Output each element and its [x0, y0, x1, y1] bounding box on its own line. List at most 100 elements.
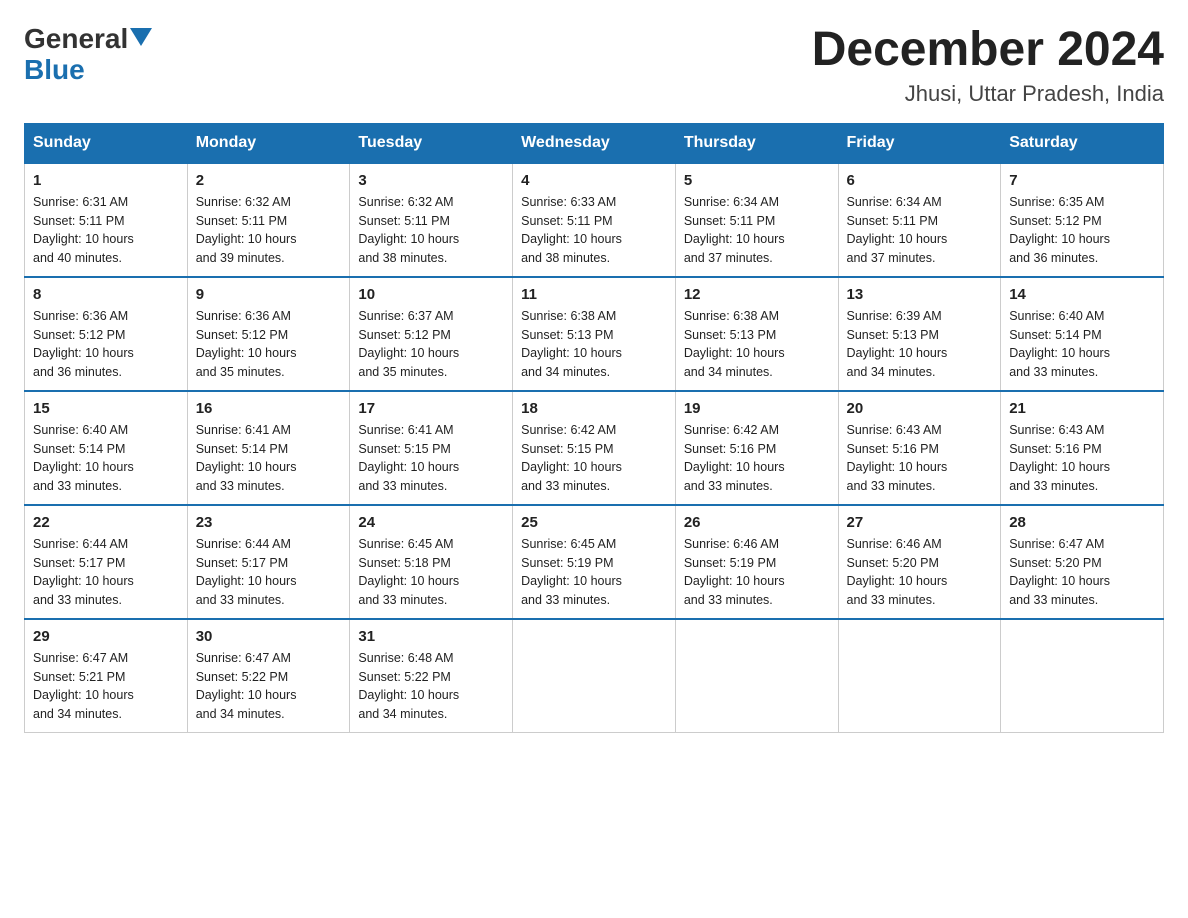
table-row: 6 Sunrise: 6:34 AMSunset: 5:11 PMDaylight…: [838, 163, 1001, 277]
day-info: Sunrise: 6:34 AMSunset: 5:11 PMDaylight:…: [684, 193, 830, 268]
table-row: 20Sunrise: 6:43 AMSunset: 5:16 PMDayligh…: [838, 391, 1001, 505]
day-number: 19: [684, 400, 830, 417]
table-row: 9 Sunrise: 6:36 AMSunset: 5:12 PMDaylight…: [187, 277, 350, 391]
day-info: Sunrise: 6:47 AMSunset: 5:22 PMDaylight:…: [196, 649, 342, 724]
table-row: 13 Sunrise: 6:39 AMSunset: 5:13 PMDayligh…: [838, 277, 1001, 391]
calendar-table: Sunday Monday Tuesday Wednesday Thursday…: [24, 123, 1164, 733]
calendar-week-row: 22 Sunrise: 6:44 AMSunset: 5:17 PMDayligh…: [25, 505, 1164, 619]
day-info: Sunrise: 6:36 AMSunset: 5:12 PMDaylight:…: [33, 307, 179, 382]
logo-blue: Blue: [24, 55, 85, 86]
day-number: 31: [358, 628, 504, 645]
logo-general: General: [24, 24, 128, 55]
table-row: [838, 619, 1001, 733]
day-info: Sunrise: 6:32 AMSunset: 5:11 PMDaylight:…: [358, 193, 504, 268]
table-row: 5 Sunrise: 6:34 AMSunset: 5:11 PMDaylight…: [675, 163, 838, 277]
table-row: 8 Sunrise: 6:36 AMSunset: 5:12 PMDaylight…: [25, 277, 188, 391]
table-row: 1 Sunrise: 6:31 AMSunset: 5:11 PMDaylight…: [25, 163, 188, 277]
day-number: 2: [196, 172, 342, 189]
day-info: Sunrise: 6:37 AMSunset: 5:12 PMDaylight:…: [358, 307, 504, 382]
day-number: 23: [196, 514, 342, 531]
day-number: 9: [196, 286, 342, 303]
day-number: 6: [847, 172, 993, 189]
day-info: Sunrise: 6:45 AMSunset: 5:19 PMDaylight:…: [521, 535, 667, 610]
day-info: Sunrise: 6:40 AMSunset: 5:14 PMDaylight:…: [33, 421, 179, 496]
table-row: 22 Sunrise: 6:44 AMSunset: 5:17 PMDayligh…: [25, 505, 188, 619]
day-info: Sunrise: 6:33 AMSunset: 5:11 PMDaylight:…: [521, 193, 667, 268]
day-number: 1: [33, 172, 179, 189]
day-number: 18: [521, 400, 667, 417]
calendar-week-row: 29 Sunrise: 6:47 AMSunset: 5:21 PMDayligh…: [25, 619, 1164, 733]
title-block: December 2024 Jhusi, Uttar Pradesh, Indi…: [812, 24, 1164, 107]
table-row: 30 Sunrise: 6:47 AMSunset: 5:22 PMDayligh…: [187, 619, 350, 733]
table-row: 17 Sunrise: 6:41 AMSunset: 5:15 PMDayligh…: [350, 391, 513, 505]
day-number: 14: [1009, 286, 1155, 303]
calendar-header-row: Sunday Monday Tuesday Wednesday Thursday…: [25, 123, 1164, 163]
day-info: Sunrise: 6:42 AMSunset: 5:15 PMDaylight:…: [521, 421, 667, 496]
table-row: 18 Sunrise: 6:42 AMSunset: 5:15 PMDayligh…: [513, 391, 676, 505]
col-thursday: Thursday: [675, 123, 838, 163]
table-row: 31 Sunrise: 6:48 AMSunset: 5:22 PMDayligh…: [350, 619, 513, 733]
calendar-week-row: 15Sunrise: 6:40 AMSunset: 5:14 PMDayligh…: [25, 391, 1164, 505]
table-row: [675, 619, 838, 733]
day-number: 21: [1009, 400, 1155, 417]
day-number: 17: [358, 400, 504, 417]
day-info: Sunrise: 6:31 AMSunset: 5:11 PMDaylight:…: [33, 193, 179, 268]
day-info: Sunrise: 6:46 AMSunset: 5:20 PMDaylight:…: [847, 535, 993, 610]
day-info: Sunrise: 6:38 AMSunset: 5:13 PMDaylight:…: [521, 307, 667, 382]
table-row: 19 Sunrise: 6:42 AMSunset: 5:16 PMDayligh…: [675, 391, 838, 505]
day-info: Sunrise: 6:32 AMSunset: 5:11 PMDaylight:…: [196, 193, 342, 268]
table-row: 16 Sunrise: 6:41 AMSunset: 5:14 PMDayligh…: [187, 391, 350, 505]
page-header: General Blue December 2024 Jhusi, Uttar …: [24, 24, 1164, 107]
day-number: 22: [33, 514, 179, 531]
table-row: 29 Sunrise: 6:47 AMSunset: 5:21 PMDayligh…: [25, 619, 188, 733]
day-info: Sunrise: 6:36 AMSunset: 5:12 PMDaylight:…: [196, 307, 342, 382]
day-number: 5: [684, 172, 830, 189]
day-info: Sunrise: 6:39 AMSunset: 5:13 PMDaylight:…: [847, 307, 993, 382]
day-number: 30: [196, 628, 342, 645]
day-number: 20: [847, 400, 993, 417]
day-number: 11: [521, 286, 667, 303]
day-info: Sunrise: 6:34 AMSunset: 5:11 PMDaylight:…: [847, 193, 993, 268]
table-row: 12 Sunrise: 6:38 AMSunset: 5:13 PMDayligh…: [675, 277, 838, 391]
day-number: 25: [521, 514, 667, 531]
day-number: 27: [847, 514, 993, 531]
day-number: 3: [358, 172, 504, 189]
day-info: Sunrise: 6:48 AMSunset: 5:22 PMDaylight:…: [358, 649, 504, 724]
table-row: 24 Sunrise: 6:45 AMSunset: 5:18 PMDayligh…: [350, 505, 513, 619]
table-row: 21 Sunrise: 6:43 AMSunset: 5:16 PMDayligh…: [1001, 391, 1164, 505]
day-info: Sunrise: 6:42 AMSunset: 5:16 PMDaylight:…: [684, 421, 830, 496]
day-number: 8: [33, 286, 179, 303]
day-number: 28: [1009, 514, 1155, 531]
logo-triangle-icon: [130, 28, 152, 46]
table-row: [1001, 619, 1164, 733]
day-number: 7: [1009, 172, 1155, 189]
table-row: 7 Sunrise: 6:35 AMSunset: 5:12 PMDaylight…: [1001, 163, 1164, 277]
day-info: Sunrise: 6:38 AMSunset: 5:13 PMDaylight:…: [684, 307, 830, 382]
calendar-subtitle: Jhusi, Uttar Pradesh, India: [812, 81, 1164, 107]
day-info: Sunrise: 6:45 AMSunset: 5:18 PMDaylight:…: [358, 535, 504, 610]
table-row: 14Sunrise: 6:40 AMSunset: 5:14 PMDayligh…: [1001, 277, 1164, 391]
table-row: 4Sunrise: 6:33 AMSunset: 5:11 PMDaylight…: [513, 163, 676, 277]
day-number: 13: [847, 286, 993, 303]
day-info: Sunrise: 6:41 AMSunset: 5:14 PMDaylight:…: [196, 421, 342, 496]
day-number: 12: [684, 286, 830, 303]
day-number: 16: [196, 400, 342, 417]
day-number: 29: [33, 628, 179, 645]
table-row: 27 Sunrise: 6:46 AMSunset: 5:20 PMDayligh…: [838, 505, 1001, 619]
day-number: 26: [684, 514, 830, 531]
col-friday: Friday: [838, 123, 1001, 163]
day-info: Sunrise: 6:46 AMSunset: 5:19 PMDaylight:…: [684, 535, 830, 610]
calendar-week-row: 1 Sunrise: 6:31 AMSunset: 5:11 PMDaylight…: [25, 163, 1164, 277]
day-info: Sunrise: 6:47 AMSunset: 5:21 PMDaylight:…: [33, 649, 179, 724]
table-row: 23Sunrise: 6:44 AMSunset: 5:17 PMDayligh…: [187, 505, 350, 619]
table-row: 25 Sunrise: 6:45 AMSunset: 5:19 PMDayligh…: [513, 505, 676, 619]
day-info: Sunrise: 6:43 AMSunset: 5:16 PMDaylight:…: [1009, 421, 1155, 496]
day-info: Sunrise: 6:35 AMSunset: 5:12 PMDaylight:…: [1009, 193, 1155, 268]
table-row: 11 Sunrise: 6:38 AMSunset: 5:13 PMDayligh…: [513, 277, 676, 391]
day-number: 24: [358, 514, 504, 531]
logo: General Blue: [24, 24, 152, 86]
table-row: [513, 619, 676, 733]
day-info: Sunrise: 6:41 AMSunset: 5:15 PMDaylight:…: [358, 421, 504, 496]
calendar-title: December 2024: [812, 24, 1164, 77]
day-info: Sunrise: 6:44 AMSunset: 5:17 PMDaylight:…: [33, 535, 179, 610]
